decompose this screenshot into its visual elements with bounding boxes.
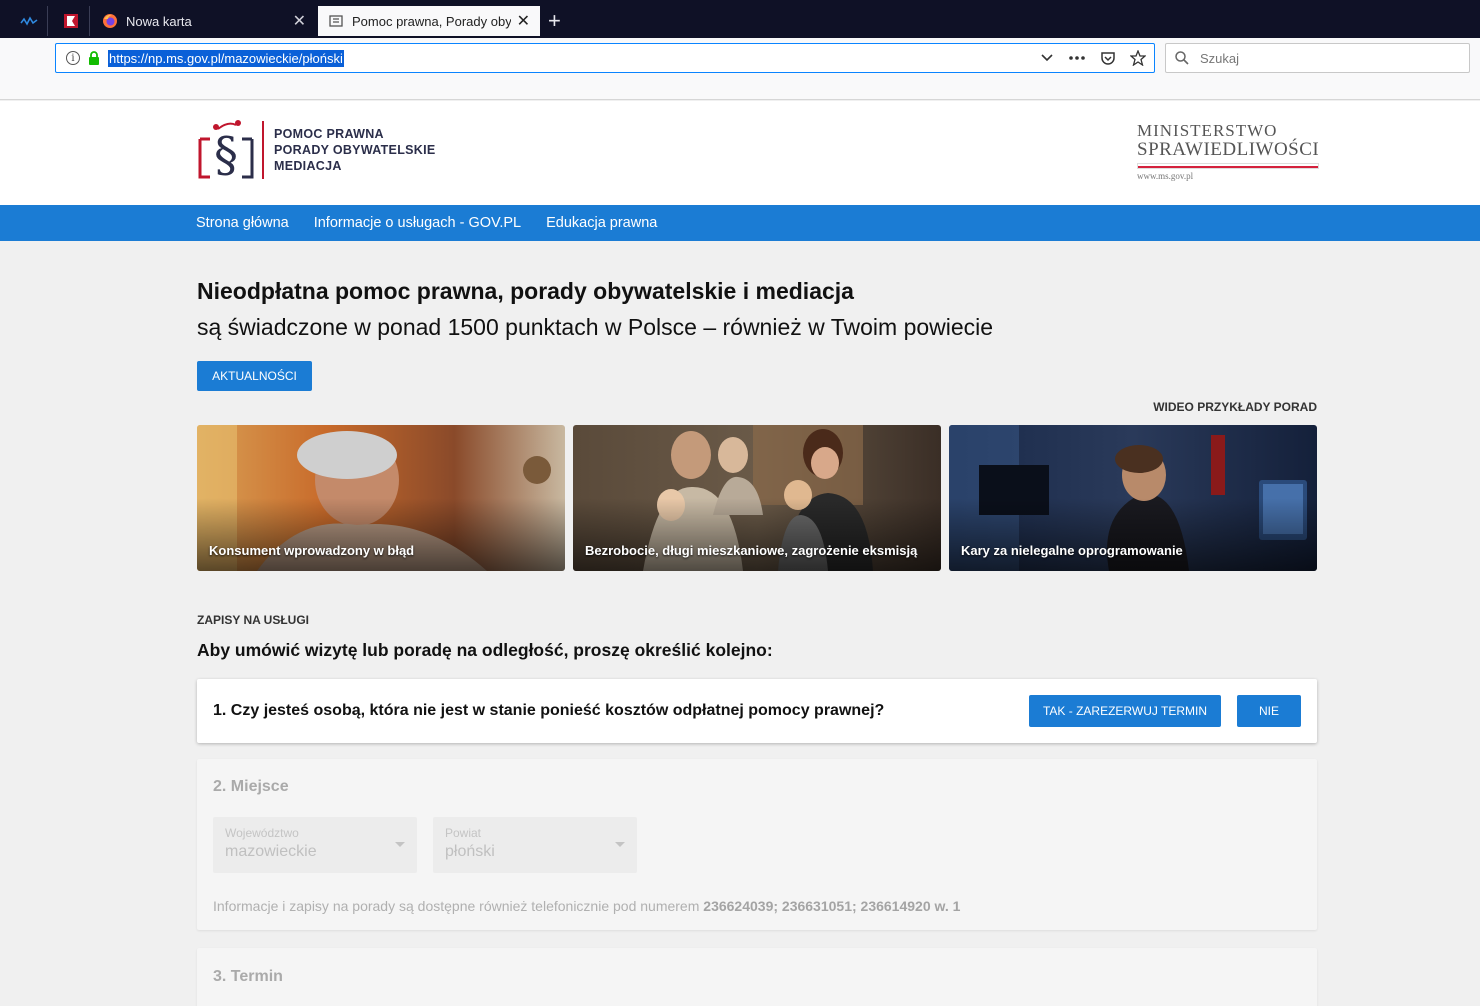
menu-item-home[interactable]: Strona główna — [196, 215, 289, 231]
booking-section-title: Aby umówić wizytę lub poradę na odległoś… — [197, 640, 773, 660]
phone-info-text: Informacje i zapisy na porady są dostępn… — [213, 898, 704, 914]
new-tab-button[interactable]: + — [548, 8, 561, 34]
video-card-unemployment[interactable]: Bezrobocie, długi mieszkaniowe, zagrożen… — [573, 425, 941, 571]
tab-close-icon[interactable]: ✕ — [293, 11, 306, 31]
browser-tab-bar: Nowa karta ✕ Pomoc prawna, Porady obywat… — [0, 0, 1480, 38]
county-label: Powiat — [445, 826, 482, 840]
county-select[interactable]: Powiat płoński — [433, 817, 637, 873]
eligibility-question: 1. Czy jesteś osobą, która nie jest w st… — [213, 702, 885, 719]
dropdown-arrow-icon — [615, 842, 625, 847]
tab-nowa-karta[interactable]: Nowa karta ✕ — [92, 6, 316, 36]
logo-divider — [262, 121, 264, 179]
search-placeholder: Szukaj — [1200, 50, 1240, 66]
logo-line: PORADY OBYWATELSKIE — [274, 143, 436, 157]
voivodeship-value: mazowieckie — [225, 843, 317, 860]
yes-reserve-button[interactable]: TAK - ZAREZERWUJ TERMIN — [1029, 695, 1221, 727]
browser-nav-bar: i https://np.ms.gov.pl/mazowieckie/płońs… — [0, 38, 1480, 100]
more-actions-icon[interactable] — [1068, 55, 1086, 61]
phone-numbers: 236624039; 236631051; 236614920 w. 1 — [703, 898, 961, 914]
video-section-label: WIDEO PRZYKŁADY PORAD — [1153, 400, 1317, 414]
place-card: 2. Miejsce Województwo mazowieckie Powia… — [197, 759, 1317, 930]
tab-title: Nowa karta — [126, 13, 192, 29]
lock-icon[interactable] — [86, 50, 102, 66]
bookmark-flag-icon — [63, 14, 78, 28]
booking-section-label: ZAPISY NA USŁUGI — [197, 613, 310, 627]
no-button[interactable]: NIE — [1237, 695, 1301, 727]
tab-title: Pomoc prawna, Porady obywat — [352, 13, 511, 29]
logo-line: POMOC PRAWNA — [274, 127, 384, 141]
voivodeship-select[interactable]: Województwo mazowieckie — [213, 817, 417, 873]
page-title: Nieodpłatna pomoc prawna, porady obywate… — [197, 278, 854, 304]
url-text[interactable]: https://np.ms.gov.pl/mazowieckie/płoński — [108, 49, 344, 67]
video-card-consumer[interactable]: Konsument wprowadzony w błąd — [197, 425, 565, 571]
site-favicon-icon — [329, 15, 343, 27]
ministry-url: www.ms.gov.pl — [1137, 171, 1194, 181]
search-icon — [1175, 51, 1189, 65]
logo-line: MEDIACJA — [274, 159, 342, 173]
wave-icon — [19, 16, 37, 26]
ministry-line1: MINISTERSTWO — [1137, 121, 1278, 140]
url-bar-actions — [1040, 44, 1146, 72]
site-header: § POMOC PRAWNA PORADY OBYWATELSKIE MEDIA… — [0, 101, 1480, 205]
logo-text: POMOC PRAWNA PORADY OBYWATELSKIE MEDIACJ… — [274, 126, 436, 174]
menu-item-legal-education[interactable]: Edukacja prawna — [546, 215, 657, 231]
dropdown-arrow-icon — [395, 842, 405, 847]
video-caption: Konsument wprowadzony w błąd — [209, 543, 415, 558]
main-menu: Strona główna Informacje o usługach - GO… — [0, 205, 1480, 241]
search-bar[interactable]: Szukaj — [1165, 43, 1470, 73]
ministry-logo[interactable]: MINISTERSTWO SPRAWIEDLIWOŚCI www.ms.gov.… — [1137, 121, 1319, 181]
pocket-icon[interactable] — [1100, 50, 1116, 66]
chevron-down-icon[interactable] — [1040, 53, 1054, 63]
news-button[interactable]: AKTUALNOŚCI — [197, 361, 312, 391]
video-cards: Konsument wprowadzony w błąd Bezrobocie,… — [197, 425, 1317, 571]
site-logo[interactable]: § POMOC PRAWNA PORADY OBYWATELSKIE MEDIA… — [196, 119, 436, 181]
term-card: 3. Termin — [197, 948, 1317, 1006]
county-value: płoński — [445, 843, 495, 860]
svg-text:§: § — [214, 127, 238, 181]
video-card-software[interactable]: Kary za nielegalne oprogramowanie — [949, 425, 1317, 571]
pinned-tab-2[interactable] — [52, 6, 90, 36]
page-subtitle: są świadczone w ponad 1500 punktach w Po… — [197, 314, 994, 340]
voivodeship-label: Województwo — [225, 826, 299, 840]
paragraph-logo-icon: § — [198, 120, 254, 181]
tab-pomoc-prawna[interactable]: Pomoc prawna, Porady obywat ✕ — [318, 6, 540, 36]
firefox-icon — [103, 14, 117, 28]
term-step-title: 3. Termin — [213, 968, 283, 985]
tab-close-icon[interactable]: ✕ — [517, 11, 530, 31]
ministry-line2: SPRAWIEDLIWOŚCI — [1137, 139, 1320, 160]
place-step-title: 2. Miejsce — [213, 778, 289, 795]
info-icon[interactable]: i — [66, 51, 80, 65]
menu-item-gov-info[interactable]: Informacje o usługach - GOV.PL — [314, 215, 521, 231]
phone-info: Informacje i zapisy na porady są dostępn… — [213, 898, 960, 914]
pinned-tab-1[interactable] — [10, 6, 48, 36]
star-icon[interactable] — [1130, 50, 1146, 66]
video-caption: Bezrobocie, długi mieszkaniowe, zagrożen… — [585, 543, 918, 558]
ministry-flag — [1137, 163, 1319, 169]
url-bar[interactable]: i https://np.ms.gov.pl/mazowieckie/płońs… — [55, 43, 1155, 73]
video-caption: Kary za nielegalne oprogramowanie — [961, 543, 1183, 558]
question-card: 1. Czy jesteś osobą, która nie jest w st… — [197, 679, 1317, 743]
